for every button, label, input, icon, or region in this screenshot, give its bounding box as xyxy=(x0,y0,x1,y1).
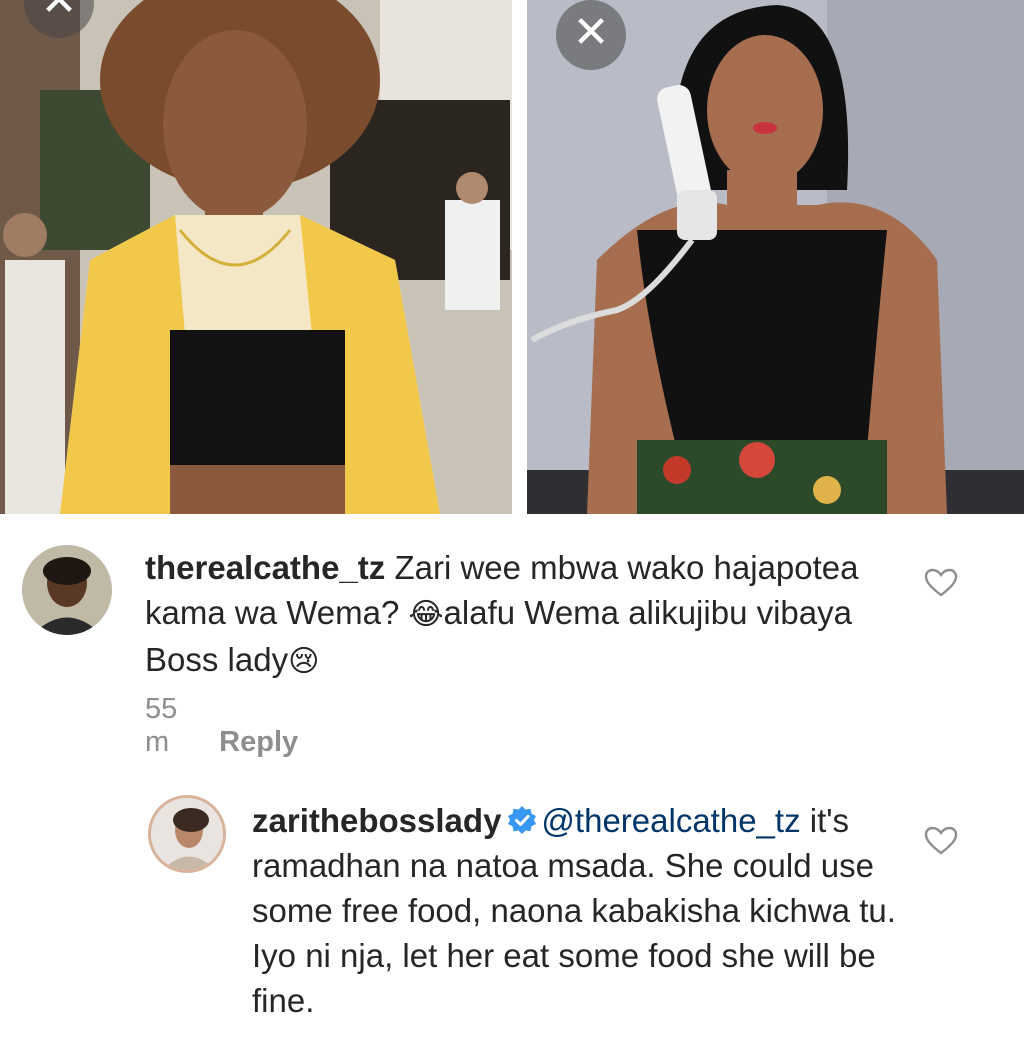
avatar[interactable] xyxy=(22,545,112,635)
crying-emoji: 😢 xyxy=(288,644,320,679)
comment-meta: 55 m Reply xyxy=(145,693,298,759)
avatar[interactable] xyxy=(148,795,226,873)
comment-username[interactable]: therealcathe_tz xyxy=(145,549,385,586)
comment-timestamp: 55 m xyxy=(145,693,178,758)
photo-collage: ✕ ✕ xyxy=(0,0,1024,514)
laughing-emoji: 😂 xyxy=(408,597,444,632)
reply-button[interactable]: Reply xyxy=(219,726,298,758)
verified-badge-icon xyxy=(508,806,537,834)
heart-icon[interactable] xyxy=(924,826,958,856)
heart-icon[interactable] xyxy=(924,568,958,598)
right-photo xyxy=(527,0,1024,514)
comment-body: therealcathe_tz Zari wee mbwa wako hajap… xyxy=(145,545,905,684)
comment-body: zarithebosslady @therealcathe_tz it's ram… xyxy=(252,798,912,1023)
photo-divider xyxy=(512,0,527,514)
comment-username[interactable]: zarithebosslady xyxy=(252,802,501,839)
comment-mention[interactable]: @therealcathe_tz xyxy=(541,802,800,839)
close-icon[interactable]: ✕ xyxy=(556,0,626,70)
left-photo xyxy=(0,0,512,514)
